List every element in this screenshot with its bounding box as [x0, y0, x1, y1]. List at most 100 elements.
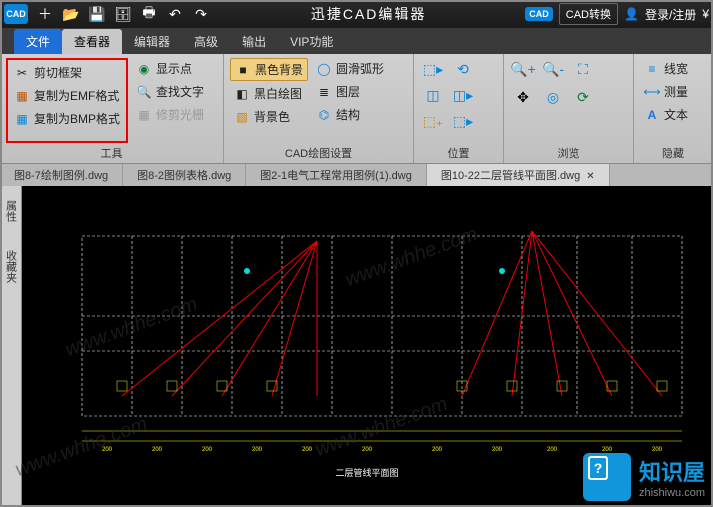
text-icon: A	[644, 107, 660, 123]
cut-frame-button[interactable]: ✂剪切框架	[10, 62, 124, 83]
arc-icon: ◯	[316, 61, 332, 77]
line-width-button[interactable]: ≡线宽	[640, 58, 692, 79]
scissors-icon: ✂	[14, 65, 30, 81]
line-width-label: 线宽	[664, 60, 688, 77]
login-link[interactable]: 登录/注册	[645, 6, 696, 23]
doctab-3[interactable]: 图2-1电气工程常用图例(1).dwg	[246, 164, 427, 186]
ribbon-group-hide: ≡线宽 ⟷测量 A文本 隐藏	[634, 54, 713, 163]
svg-text:200: 200	[152, 447, 163, 453]
ruler-icon: ⟷	[644, 84, 660, 100]
group-label-cad-draw: CAD绘图设置	[230, 143, 407, 163]
tab-vip[interactable]: VIP功能	[278, 29, 345, 54]
save-icon[interactable]: 💾	[86, 3, 108, 25]
tab-advanced[interactable]: 高级	[182, 29, 230, 54]
main-tabbar: 文件 查看器 编辑器 高级 输出 VIP功能	[0, 28, 713, 54]
open-icon[interactable]: 📂	[60, 3, 82, 25]
currency-icon[interactable]: ¥	[702, 7, 709, 21]
text-label: 文本	[664, 106, 688, 123]
view-icon[interactable]: ◎	[540, 86, 566, 108]
svg-text:?: ?	[594, 460, 603, 476]
find-text-button[interactable]: 🔍查找文字	[132, 81, 208, 102]
zoom-out-icon[interactable]: 🔍-	[540, 58, 566, 80]
pan-icon[interactable]: ✥	[510, 86, 536, 108]
sidetab-properties[interactable]: 属性	[1, 196, 21, 226]
brand-badge: ? 知识屋 zhishiwu.com	[583, 453, 705, 501]
svg-text:200: 200	[202, 447, 213, 453]
tab-viewer[interactable]: 查看器	[62, 29, 122, 54]
user-icon[interactable]: 👤	[624, 7, 639, 21]
emf-icon: ▦	[14, 88, 30, 104]
sidetab-favorites[interactable]: 收藏夹	[1, 246, 21, 287]
pos-icon-2[interactable]: ⟲	[450, 58, 476, 80]
bw-icon: ◧	[234, 86, 250, 102]
tab-file[interactable]: 文件	[14, 29, 62, 54]
structure-button[interactable]: ⌬结构	[312, 104, 388, 125]
copy-emf-button[interactable]: ▦复制为EMF格式	[10, 85, 124, 106]
svg-text:200: 200	[547, 447, 558, 453]
drawing-title-text: 二层管线平面图	[335, 467, 398, 478]
ribbon-group-cad-draw: ■黑色背景 ◧黑白绘图 ▧背景色 ◯圆滑弧形 ≣图层 ⌬结构 CAD绘图设置	[224, 54, 414, 163]
trim-raster-button: ▦修剪光栅	[132, 104, 208, 125]
doctab-2[interactable]: 图8-2图例表格.dwg	[123, 164, 246, 186]
redo-icon[interactable]: ↷	[190, 3, 212, 25]
bw-draw-button[interactable]: ◧黑白绘图	[230, 83, 308, 104]
smooth-arc-label: 圆滑弧形	[336, 60, 384, 77]
ribbon-group-tools: ✂剪切框架 ▦复制为EMF格式 ▦复制为BMP格式 ◉显示点 🔍查找文字 ▦修剪…	[0, 54, 224, 163]
app-title: 迅捷CAD编辑器	[212, 4, 525, 24]
layers-icon: ≣	[316, 84, 332, 100]
bg-color-button[interactable]: ▧背景色	[230, 106, 308, 127]
document-tabs: 图8-7绘制图例.dwg 图8-2图例表格.dwg 图2-1电气工程常用图例(1…	[0, 164, 713, 186]
svg-text:200: 200	[362, 447, 373, 453]
point-icon: ◉	[136, 61, 152, 77]
measure-label: 测量	[664, 83, 688, 100]
show-point-label: 显示点	[156, 60, 192, 77]
refresh-icon[interactable]: ⟳	[570, 86, 596, 108]
titlebar: CAD ＋ 📂 💾 🗄 🖶 ↶ ↷ 迅捷CAD编辑器 CAD CAD转换 👤 登…	[0, 0, 713, 28]
new-icon[interactable]: ＋	[34, 3, 56, 25]
doctab-4-label: 图10-22二层管线平面图.dwg	[441, 170, 580, 182]
structure-label: 结构	[336, 106, 360, 123]
show-point-button[interactable]: ◉显示点	[132, 58, 208, 79]
structure-icon: ⌬	[316, 107, 332, 123]
pos-icon-6[interactable]: ⬚▸	[450, 110, 476, 132]
doctab-1[interactable]: 图8-7绘制图例.dwg	[0, 164, 123, 186]
palette-icon: ▧	[234, 109, 250, 125]
side-panel: 属性 收藏夹	[0, 186, 22, 507]
pos-icon-5[interactable]: ⬚₊	[420, 110, 446, 132]
close-icon[interactable]: ✕	[586, 171, 594, 182]
smooth-arc-button[interactable]: ◯圆滑弧形	[312, 58, 388, 79]
cad-badge: CAD	[525, 7, 553, 21]
drawing-canvas[interactable]: 200200200 200200200 200200200 200200	[22, 186, 713, 507]
brand-domain: zhishiwu.com	[639, 487, 705, 499]
find-text-label: 查找文字	[156, 83, 204, 100]
cad-convert-button[interactable]: CAD转换	[559, 3, 618, 25]
ribbon-group-position: ⬚▸ ⟲ ◫ ◫▸ ⬚₊ ⬚▸ 位置	[414, 54, 504, 163]
group-label-position: 位置	[420, 143, 497, 163]
svg-text:200: 200	[492, 447, 503, 453]
tab-output[interactable]: 输出	[230, 29, 278, 54]
copy-emf-label: 复制为EMF格式	[34, 87, 119, 104]
zoom-in-icon[interactable]: 🔍+	[510, 58, 536, 80]
copy-bmp-button[interactable]: ▦复制为BMP格式	[10, 108, 124, 129]
ribbon-group-browse: 🔍+ 🔍- ⛶ ✥ ◎ ⟳ 浏览	[504, 54, 634, 163]
saveall-icon[interactable]: 🗄	[112, 3, 134, 25]
brand-icon: ?	[583, 453, 631, 501]
pos-icon-4[interactable]: ◫▸	[450, 84, 476, 106]
text-button[interactable]: A文本	[640, 104, 692, 125]
app-logo: CAD	[4, 4, 28, 24]
pos-icon-1[interactable]: ⬚▸	[420, 58, 446, 80]
measure-button[interactable]: ⟷测量	[640, 81, 692, 102]
doctab-4[interactable]: 图10-22二层管线平面图.dwg ✕	[427, 164, 610, 186]
svg-text:200: 200	[432, 447, 443, 453]
undo-icon[interactable]: ↶	[164, 3, 186, 25]
ribbon: ✂剪切框架 ▦复制为EMF格式 ▦复制为BMP格式 ◉显示点 🔍查找文字 ▦修剪…	[0, 54, 713, 164]
pos-icon-3[interactable]: ◫	[420, 84, 446, 106]
layers-button[interactable]: ≣图层	[312, 81, 388, 102]
tab-editor[interactable]: 编辑器	[122, 29, 182, 54]
brand-name: 知识屋	[639, 455, 705, 487]
brand-text: 知识屋 zhishiwu.com	[639, 455, 705, 499]
highlighted-tools: ✂剪切框架 ▦复制为EMF格式 ▦复制为BMP格式	[6, 58, 128, 143]
print-icon[interactable]: 🖶	[138, 3, 160, 25]
zoom-fit-icon[interactable]: ⛶	[570, 58, 596, 80]
black-bg-button[interactable]: ■黑色背景	[230, 58, 308, 81]
